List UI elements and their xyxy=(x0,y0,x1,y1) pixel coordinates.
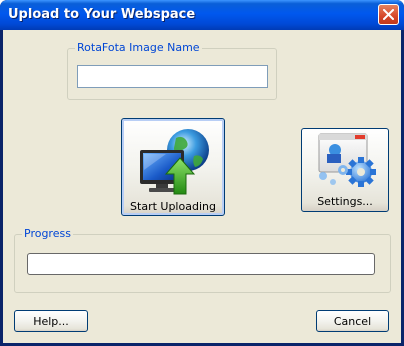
settings-button[interactable]: Settings... xyxy=(301,128,389,212)
start-uploading-button[interactable]: Start Uploading xyxy=(121,118,225,216)
progress-label: Progress xyxy=(22,227,73,240)
cancel-button[interactable]: Cancel xyxy=(316,310,389,332)
image-name-group: RotaFota Image Name xyxy=(67,41,277,100)
settings-gears-icon xyxy=(318,133,376,187)
close-icon xyxy=(383,9,394,20)
close-button[interactable] xyxy=(378,4,399,25)
settings-label: Settings... xyxy=(317,195,373,208)
help-label: Help... xyxy=(33,315,69,328)
monitor-globe-upload-icon xyxy=(140,129,209,195)
title-bar[interactable]: Upload to Your Webspace xyxy=(0,0,404,30)
progress-group: Progress xyxy=(14,227,391,293)
start-uploading-label: Start Uploading xyxy=(130,200,216,213)
image-name-label: RotaFota Image Name xyxy=(75,41,202,54)
image-name-input[interactable] xyxy=(77,65,268,88)
dialog-window: Upload to Your Webspace RotaFota Image N… xyxy=(0,0,404,346)
progress-bar xyxy=(27,253,375,275)
dialog-body: RotaFota Image Name Start Uploading Sett… xyxy=(3,30,401,343)
window-title: Upload to Your Webspace xyxy=(8,7,196,22)
cancel-label: Cancel xyxy=(333,315,372,328)
help-button[interactable]: Help... xyxy=(14,310,88,332)
